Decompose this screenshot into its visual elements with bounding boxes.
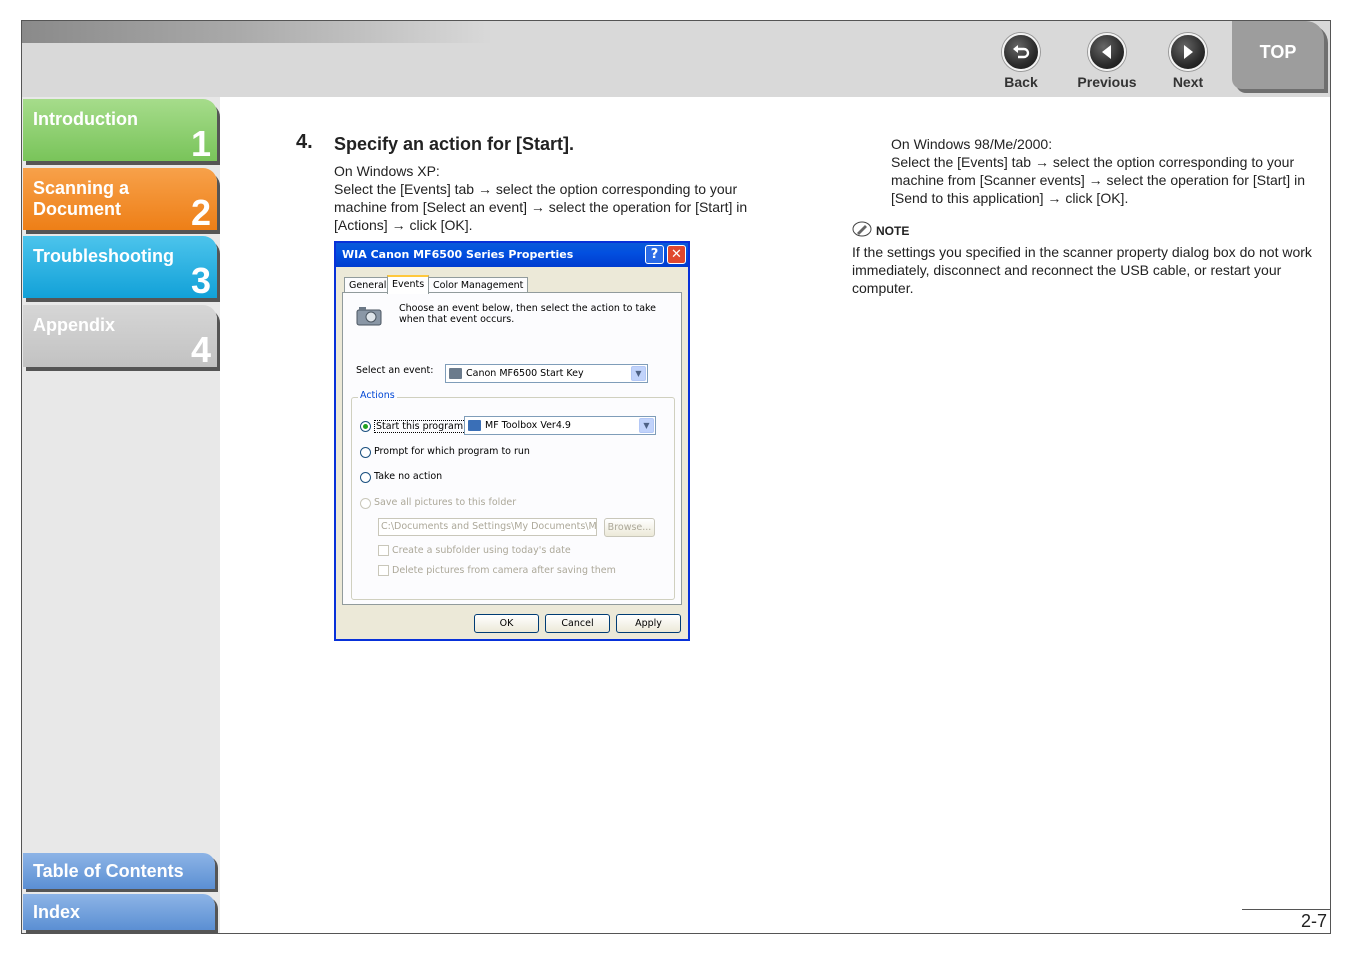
delete-checkbox[interactable]: [378, 565, 389, 576]
next-label: Next: [1172, 74, 1204, 90]
page-number-rule: [1242, 909, 1330, 910]
next-button[interactable]: Next: [1158, 33, 1218, 90]
delete-label: Delete pictures from camera after saving…: [392, 565, 616, 576]
dialog-title: WIA Canon MF6500 Series Properties: [342, 248, 574, 261]
no-action-radio[interactable]: [360, 472, 371, 483]
next-icon: [1169, 33, 1207, 71]
browse-button[interactable]: Browse...: [604, 518, 655, 537]
properties-dialog: WIA Canon MF6500 Series Properties ? ✕ G…: [334, 241, 690, 641]
chapter-tab-appendix[interactable]: Appendix 4: [23, 305, 217, 367]
xp-heading: On Windows XP:: [334, 163, 440, 179]
previous-label: Previous: [1077, 74, 1137, 90]
back-icon: [1002, 33, 1040, 71]
page-number: 2-7: [1300, 911, 1327, 931]
top-label: TOP: [1259, 42, 1297, 62]
chevron-down-icon: ▼: [639, 418, 654, 433]
win98-instructions: Select the [Events] tab → select the opt…: [891, 154, 1305, 206]
chapter-label: Introduction: [33, 109, 138, 129]
program-dropdown[interactable]: MF Toolbox Ver4.9 ▼: [464, 416, 656, 435]
note-heading: NOTE: [852, 221, 909, 240]
close-button[interactable]: ✕: [667, 245, 686, 264]
events-panel: Choose an event below, then select the a…: [342, 292, 682, 605]
back-label: Back: [1004, 74, 1038, 90]
tab-events[interactable]: Events: [387, 275, 430, 294]
toc-label: Table of Contents: [33, 861, 184, 881]
dialog-intro: Choose an event below, then select the a…: [399, 303, 657, 325]
chapter-label: Troubleshooting: [33, 246, 174, 266]
index-button[interactable]: Index: [23, 894, 215, 930]
page-frame: Back Previous Next TOP Introduction 1 Sc…: [21, 20, 1331, 934]
ok-button[interactable]: OK: [474, 614, 539, 633]
prompt-radio[interactable]: [360, 447, 371, 458]
note-label: NOTE: [876, 223, 910, 238]
table-of-contents-button[interactable]: Table of Contents: [23, 853, 215, 889]
save-pictures-radio[interactable]: [360, 498, 371, 509]
camera-icon: [355, 305, 383, 330]
back-button[interactable]: Back: [991, 33, 1051, 90]
dialog-titlebar: WIA Canon MF6500 Series Properties ? ✕: [336, 243, 688, 267]
start-program-label[interactable]: Start this program:: [374, 420, 469, 433]
start-program-radio[interactable]: [360, 421, 371, 432]
subfolder-checkbox[interactable]: [378, 545, 389, 556]
pencil-icon: [852, 221, 872, 240]
no-action-label[interactable]: Take no action: [374, 471, 442, 482]
subfolder-label: Create a subfolder using today's date: [392, 545, 571, 556]
win98-heading: On Windows 98/Me/2000:: [891, 136, 1053, 152]
sidebar: Introduction 1 Scanning a Document 2 Tro…: [22, 97, 220, 933]
previous-button[interactable]: Previous: [1077, 33, 1137, 90]
header-gradient: [22, 21, 492, 43]
cancel-button[interactable]: Cancel: [545, 614, 610, 633]
chapter-number: 1: [190, 123, 211, 161]
prompt-label[interactable]: Prompt for which program to run: [374, 446, 530, 457]
chapter-number: 4: [190, 329, 211, 367]
toolbox-icon: [468, 420, 481, 431]
tab-color-management[interactable]: Color Management: [428, 277, 529, 293]
previous-icon: [1088, 33, 1126, 71]
note-text: If the settings you specified in the sca…: [852, 244, 1312, 296]
chevron-down-icon: ▼: [631, 366, 646, 381]
scanner-icon: [449, 368, 462, 379]
select-event-label: Select an event:: [356, 365, 434, 376]
folder-path-field[interactable]: C:\Documents and Settings\My Documents\M…: [378, 518, 597, 536]
chapter-label: Scanning a Document: [33, 178, 130, 219]
help-button[interactable]: ?: [645, 245, 664, 264]
actions-group: Actions Start this program: MF Toolbox V…: [351, 390, 675, 600]
chapter-number: 3: [190, 260, 211, 298]
select-event-value: Canon MF6500 Start Key: [466, 368, 584, 379]
program-value: MF Toolbox Ver4.9: [485, 420, 571, 431]
chapter-label: Appendix: [33, 315, 116, 335]
select-event-dropdown[interactable]: Canon MF6500 Start Key ▼: [445, 364, 648, 383]
actions-label: Actions: [358, 390, 397, 401]
xp-instructions: Select the [Events] tab → select the opt…: [334, 181, 748, 233]
index-label: Index: [33, 902, 81, 922]
top-button[interactable]: TOP: [1232, 21, 1324, 89]
apply-button[interactable]: Apply: [616, 614, 681, 633]
tab-general[interactable]: General: [344, 277, 392, 293]
step-number: 4.: [296, 131, 313, 153]
header-bar: Back Previous Next TOP: [22, 21, 1330, 97]
step-title: Specify an action for [Start].: [334, 134, 575, 154]
chapter-tab-introduction[interactable]: Introduction 1: [23, 99, 217, 161]
save-pictures-label: Save all pictures to this folder: [374, 497, 517, 508]
chapter-tab-scanning[interactable]: Scanning a Document 2: [23, 168, 217, 230]
chapter-tab-troubleshooting[interactable]: Troubleshooting 3: [23, 236, 217, 298]
chapter-number: 2: [190, 192, 211, 230]
